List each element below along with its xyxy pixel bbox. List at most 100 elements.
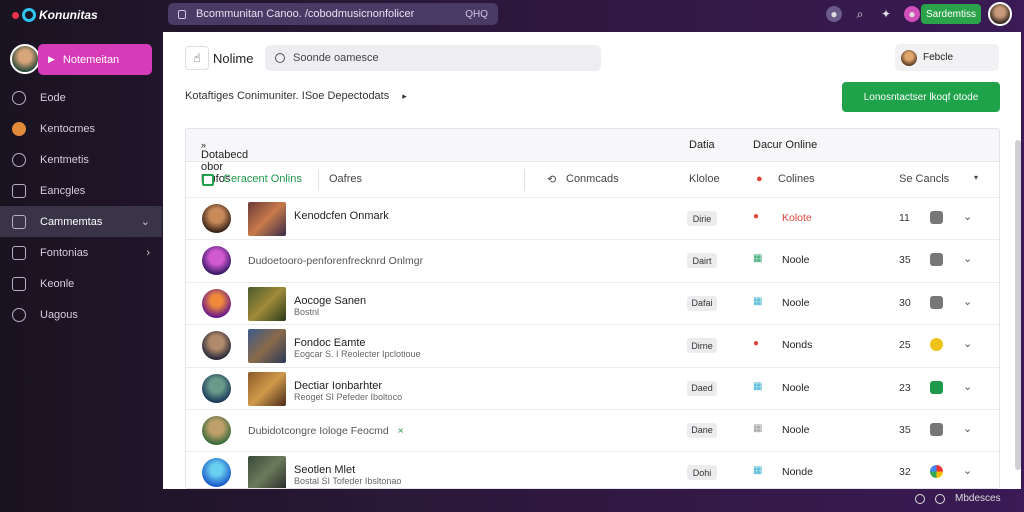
member-name[interactable]: Dubidotcongre Iologe Feocmd × — [248, 425, 404, 437]
search-placeholder: Soonde oamesce — [293, 52, 379, 64]
user-chip-avatar — [901, 49, 917, 66]
status-text: Nonds — [782, 339, 813, 352]
filter-col2[interactable]: Oafres — [329, 173, 362, 185]
profile-menu-icon[interactable]: ● — [904, 6, 920, 22]
settings-icon[interactable] — [935, 493, 945, 504]
date-badge: Dohi — [687, 465, 717, 481]
game-thumbnail — [248, 286, 286, 321]
search-input[interactable]: Soonde oamesce — [265, 45, 601, 71]
sidebar-item-home[interactable]: Eode — [0, 82, 162, 113]
close-icon[interactable]: × — [398, 425, 404, 437]
member-name[interactable]: Aocoge Sanen — [294, 295, 366, 307]
extension-icon[interactable]: ✦ — [878, 6, 894, 22]
address-bar[interactable]: Bcommunitan Canoo. /cobodmusicnonfolicer… — [168, 3, 498, 25]
notification-icon[interactable]: ● — [826, 6, 842, 22]
sidebar-profile-button[interactable]: ▶ Notemeitan — [38, 44, 152, 75]
table-row[interactable]: Dudoetooro-penforenfrecknrd Onlmgr Dairt… — [186, 240, 999, 283]
sidebar-item-community[interactable]: Cammemtas ⌄ — [0, 206, 162, 237]
date-badge: Dairt — [687, 253, 717, 269]
app-logo[interactable]: Konunitas — [12, 8, 98, 22]
members-table: Dotabecd obor laufos » Datia Dacur Onlin… — [185, 128, 1000, 489]
chevron-down-icon[interactable]: ⌄ — [963, 464, 972, 477]
column-header-status[interactable]: Dacur Online — [753, 139, 817, 151]
chevron-down-icon[interactable]: ⌄ — [963, 252, 972, 265]
back-button[interactable]: ☝ — [185, 46, 209, 70]
sidebar-item-forum[interactable]: Fontonias › — [0, 237, 162, 268]
sidebar-item-chat[interactable]: Kentmetis — [0, 144, 162, 175]
column-header-name[interactable]: Dotabecd obor laufos » — [201, 139, 248, 185]
action-icon[interactable] — [930, 211, 943, 224]
search-icon[interactable]: ⌕ — [852, 6, 868, 22]
chevron-down-icon[interactable]: ⌄ — [963, 337, 972, 350]
table-row[interactable]: Dectiar Ionbarhter Reoget SI Pefeder Ibo… — [186, 368, 999, 410]
sidebar-item-label: Keonle — [40, 277, 75, 290]
member-name[interactable]: Kenodcfen Onmark — [294, 210, 389, 222]
logo-text: Konunitas — [39, 8, 98, 22]
games-icon — [12, 121, 26, 136]
table-row[interactable]: Kenodcfen Onmark Dirie ● Kolote 11 ⌄ — [186, 198, 999, 241]
column-header-date[interactable]: Datia — [689, 139, 715, 151]
chrome-icon[interactable] — [930, 465, 943, 479]
primary-action-button[interactable]: Lonosntactser lkoqf otode — [842, 82, 1000, 112]
sidebar-profile-label: Notemeitan — [62, 53, 120, 66]
chevron-down-icon[interactable]: ⌄ — [963, 210, 972, 223]
table-row[interactable]: Aocoge Sanen Bostnl Dafai ▦ Noole 30 ⌄ — [186, 283, 999, 326]
action-icon[interactable] — [930, 253, 943, 267]
filter-col4[interactable]: Kloloe — [689, 173, 720, 185]
caret-right-icon: ▸ — [402, 91, 407, 101]
count-value: 25 — [899, 339, 911, 352]
filter-col3[interactable]: Conmcads — [566, 173, 619, 185]
top-action-button[interactable]: Sardemtiss — [921, 4, 981, 24]
comments-icon: ⟲ — [547, 174, 557, 186]
date-badge: Dirie — [687, 211, 717, 226]
table-row[interactable]: Dubidotcongre Iologe Feocmd × Dane ▦ Noo… — [186, 410, 999, 453]
filter-col5[interactable]: Colines — [778, 173, 815, 185]
sidebar-item-settings[interactable]: Uagous — [0, 299, 162, 330]
sidebar-avatar[interactable] — [10, 44, 40, 74]
sidebar-item-label: Kentmetis — [40, 153, 89, 166]
sidebar-item-label: Fontonias — [40, 246, 89, 259]
footer-text[interactable]: Mbdesces — [955, 493, 1001, 504]
address-extra: QHQ — [465, 8, 488, 20]
sidebar-profile[interactable] — [10, 44, 40, 74]
community-icon — [12, 214, 26, 229]
member-name[interactable]: Dectiar Ionbarhter — [294, 380, 382, 392]
home-icon — [12, 90, 26, 105]
breadcrumb-text[interactable]: Kotaftiges Conimuniter. ISoe Depectodats — [185, 90, 389, 102]
sidebar-item-list[interactable]: Eancgles — [0, 175, 162, 206]
chevron-down-icon[interactable]: ⌄ — [963, 380, 972, 393]
action-icon[interactable] — [930, 422, 943, 436]
caret-down-icon[interactable]: ▾ — [974, 173, 978, 182]
filter-checkbox[interactable] — [202, 174, 214, 186]
help-icon[interactable] — [915, 493, 925, 504]
top-icons: ● ⌕ ✦ ● — [826, 6, 920, 22]
grid-icon: ▦ — [753, 465, 763, 477]
main-panel: ☝ Nolime Soonde oamesce Febcle Kotaftige… — [163, 32, 1021, 489]
shield-icon[interactable] — [930, 338, 943, 352]
member-name[interactable]: Dudoetooro-penforenfrecknrd Onlmgr — [248, 255, 423, 267]
user-avatar[interactable] — [988, 2, 1012, 26]
sidebar-item-label: Eode — [40, 91, 66, 104]
member-subtitle: Reoget SI Pefeder Iboltoco — [294, 391, 403, 402]
chevron-down-icon[interactable]: ⌄ — [963, 422, 972, 435]
sidebar-item-games[interactable]: Kentocmes — [0, 113, 162, 144]
divider — [318, 169, 319, 191]
grid-icon: ▦ — [753, 380, 763, 392]
member-name[interactable]: Fondoc Eamte — [294, 337, 366, 349]
scrollbar[interactable] — [1015, 140, 1021, 470]
member-name[interactable]: Seotlen Mlet — [294, 464, 355, 476]
table-row[interactable]: Seotlen Mlet Bostal SI Tofeder Ibsltonao… — [186, 452, 999, 488]
flag-icon[interactable] — [930, 380, 943, 394]
sidebar-item-news[interactable]: Keonle — [0, 268, 162, 299]
action-icon[interactable] — [930, 295, 943, 309]
sidebar-nav: Eode Kentocmes Kentmetis Eancgles Cammem… — [0, 82, 162, 330]
footer: Mbdesces — [915, 493, 1001, 504]
chevron-down-icon[interactable]: ⌄ — [963, 295, 972, 308]
user-chip[interactable]: Febcle — [895, 44, 999, 71]
member-avatar — [202, 246, 231, 276]
table-row[interactable]: Fondoc Eamte Eogcar S. I Reolecter Ipclo… — [186, 325, 999, 368]
user-chip-label: Febcle — [923, 52, 954, 63]
count-value: 35 — [899, 423, 911, 436]
filter-col6[interactable]: Se Cancls — [899, 173, 949, 185]
date-badge: Dane — [687, 422, 717, 438]
